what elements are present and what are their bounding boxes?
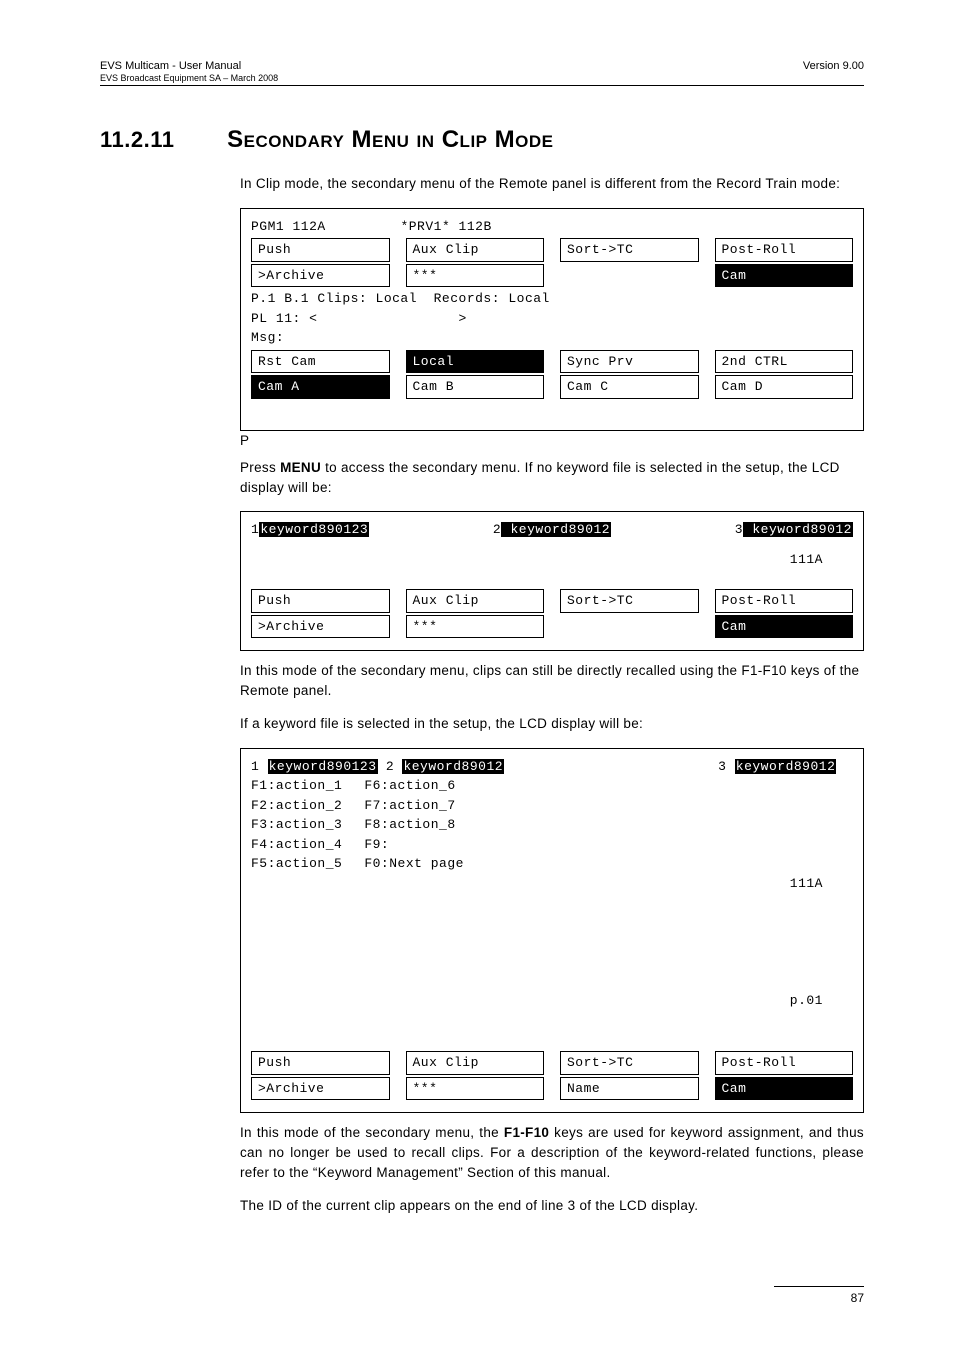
lcd3-keyword-row: 1 keyword890123 2 keyword89012 3 keyword… (251, 757, 853, 777)
lcd1-cam: Cam (715, 264, 854, 288)
lcd3-fkeys: F1:action_1 F2:action_2 F3:action_3 F4:a… (251, 776, 853, 1049)
recall-para: In this mode of the secondary menu, clip… (240, 661, 864, 700)
lcd1-cama: Cam A (251, 375, 390, 399)
section-heading: 11.2.11 Secondary Menu in Clip Mode (100, 126, 864, 154)
lcd3-archive: >Archive (251, 1077, 390, 1101)
header-version: Version 9.00 (803, 60, 864, 83)
lcd1-camb: Cam B (406, 375, 545, 399)
lcd3-fcol2: F6:action_6 F7:action_7 F8:action_8 F9: … (364, 776, 464, 1049)
page-header: EVS Multicam - User Manual EVS Broadcast… (100, 60, 864, 86)
lcd1-auxclip: Aux Clip (406, 238, 545, 262)
lcd1-header: PGM1 112A *PRV1* 112B (251, 217, 853, 237)
lcd3-right1: 111A (740, 874, 823, 894)
lcd3-auxclip: Aux Clip (406, 1051, 545, 1075)
id-line-para: The ID of the current clip appears on th… (240, 1196, 864, 1216)
stray-p: P (240, 433, 864, 448)
lcd2-archive: >Archive (251, 615, 390, 639)
lcd1-2ndctrl: 2nd CTRL (715, 350, 854, 374)
header-title: EVS Multicam - User Manual (100, 60, 278, 72)
lcd2-code: 111A (251, 550, 853, 570)
lcd1-postroll: Post-Roll (715, 238, 854, 262)
header-subtitle: EVS Broadcast Equipment SA – March 2008 (100, 73, 278, 83)
lcd1-clips-line: P.1 B.1 Clips: Local Records: Local (251, 289, 853, 309)
lcd3-fcol1: F1:action_1 F2:action_2 F3:action_3 F4:a… (251, 776, 342, 1049)
lcd1-msg-line: Msg: (251, 328, 853, 348)
lcd-display-2: 1keyword890123 2 keyword89012 3 keyword8… (240, 511, 864, 651)
lcd1-stars: *** (406, 264, 545, 288)
lcd1-syncprv: Sync Prv (560, 350, 699, 374)
if-keyword-para: If a keyword file is selected in the set… (240, 714, 864, 734)
lcd1-local: Local (406, 350, 545, 374)
last-para: In this mode of the secondary menu, the … (240, 1123, 864, 1182)
lcd2-postroll: Post-Roll (715, 589, 854, 613)
lcd3-name: Name (560, 1077, 699, 1101)
lcd-display-3: 1 keyword890123 2 keyword89012 3 keyword… (240, 748, 864, 1114)
lcd1-sorttc: Sort->TC (560, 238, 699, 262)
lcd2-auxclip: Aux Clip (406, 589, 545, 613)
lcd1-rstcam: Rst Cam (251, 350, 390, 374)
lcd1-pl-line: PL 11: < > (251, 309, 853, 329)
lcd3-stars: *** (406, 1077, 545, 1101)
lcd3-cam: Cam (715, 1077, 854, 1101)
intro-para: In Clip mode, the secondary menu of the … (240, 174, 864, 194)
lcd1-push: Push (251, 238, 390, 262)
lcd2-stars: *** (406, 615, 545, 639)
lcd3-postroll: Post-Roll (715, 1051, 854, 1075)
lcd1-camc: Cam C (560, 375, 699, 399)
lcd2-push: Push (251, 589, 390, 613)
lcd-display-1: PGM1 112A *PRV1* 112B Push Aux Clip Sort… (240, 208, 864, 432)
page-number: 87 (774, 1286, 864, 1305)
lcd3-right2: p.01 (740, 991, 823, 1011)
lcd2-cam: Cam (715, 615, 854, 639)
lcd3-push: Push (251, 1051, 390, 1075)
lcd2-keyword-row: 1keyword890123 2 keyword89012 3 keyword8… (251, 520, 853, 540)
lcd1-camd: Cam D (715, 375, 854, 399)
lcd3-sorttc: Sort->TC (560, 1051, 699, 1075)
press-menu-para: Press MENU to access the secondary menu.… (240, 458, 864, 497)
section-title: Secondary Menu in Clip Mode (227, 126, 553, 153)
section-number: 11.2.11 (100, 127, 220, 153)
lcd1-archive: >Archive (251, 264, 390, 288)
lcd2-sorttc: Sort->TC (560, 589, 699, 613)
